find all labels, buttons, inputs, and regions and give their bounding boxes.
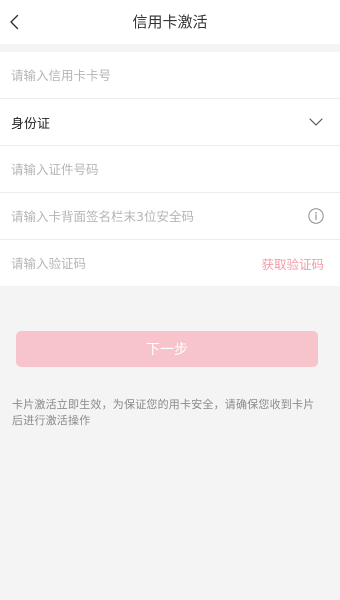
card-number-row xyxy=(0,52,340,99)
next-button[interactable]: 下一步 xyxy=(16,331,318,367)
get-code-button[interactable]: 获取验证码 xyxy=(261,254,324,273)
id-number-row xyxy=(0,146,340,193)
page-title: 信用卡激活 xyxy=(132,13,208,31)
verification-code-row: 获取验证码 xyxy=(0,240,340,286)
chevron-down-icon xyxy=(308,114,324,130)
card-number-input[interactable] xyxy=(11,67,324,83)
activation-form: 身份证 获取验证码 xyxy=(0,52,340,286)
verification-code-input[interactable] xyxy=(11,255,262,271)
chevron-left-icon xyxy=(9,14,19,30)
back-button[interactable] xyxy=(2,10,26,34)
id-type-value: 身份证 xyxy=(11,116,51,132)
security-code-input[interactable] xyxy=(11,208,308,224)
nav-header: 信用卡激活 xyxy=(0,0,340,44)
info-icon[interactable] xyxy=(308,208,324,224)
id-type-select[interactable]: 身份证 xyxy=(0,99,340,146)
security-code-row xyxy=(0,193,340,240)
id-number-input[interactable] xyxy=(11,161,324,177)
activation-notice: 卡片激活立即生效，为保证您的用卡安全，请确保您收到卡片后进行激活操作 xyxy=(12,398,315,427)
